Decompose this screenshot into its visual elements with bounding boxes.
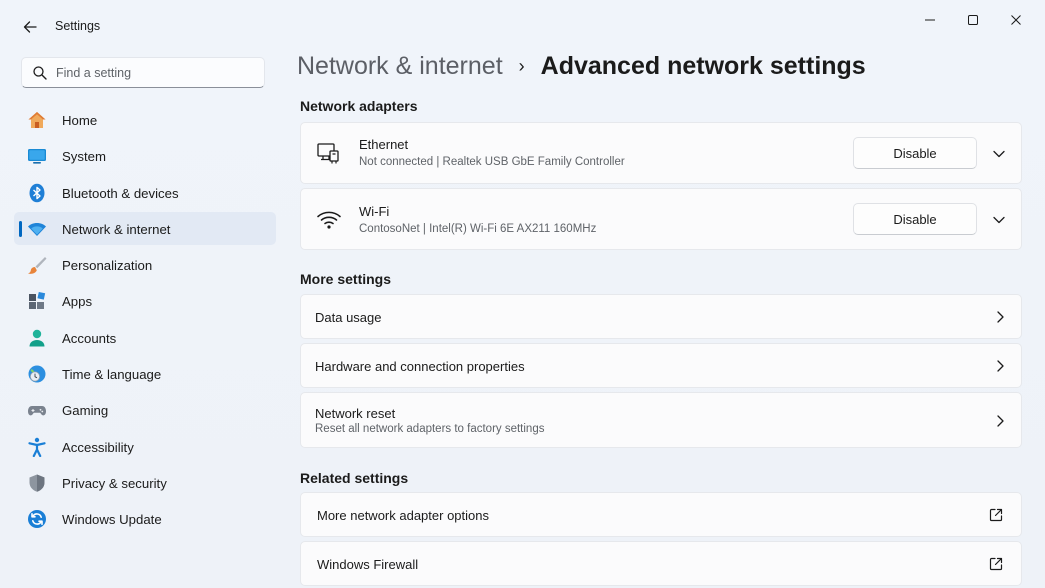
chevron-down-icon[interactable] [991,212,1007,228]
breadcrumb-separator: › [518,55,525,76]
page-title: Advanced network settings [540,51,866,80]
section-title-more-settings: More settings [300,271,392,287]
sidebar-item-windows-update[interactable]: Windows Update [14,502,276,535]
shield-icon [29,474,45,492]
setting-row-network-reset[interactable]: Network reset Reset all network adapters… [300,392,1022,448]
setting-row-data-usage[interactable]: Data usage [300,294,1022,339]
system-icon [28,149,46,164]
search-icon [33,66,47,80]
open-external-icon [989,557,1003,571]
section-title-network-adapters: Network adapters [300,98,418,114]
setting-row-hardware-properties[interactable]: Hardware and connection properties [300,343,1022,388]
chevron-right-icon [997,360,1004,372]
related-row-windows-firewall[interactable]: Windows Firewall [300,541,1022,586]
sidebar-item-accessibility[interactable]: Accessibility [14,430,276,463]
network-icon [28,222,46,236]
sidebar-item-home[interactable]: Home [14,103,276,136]
breadcrumb: Network & internet › Advanced network se… [297,50,866,82]
sidebar-item-network[interactable]: Network & internet [14,211,276,245]
settings-window: Settings Home [0,0,1045,588]
adapter-detail: ContosoNet | Intel(R) Wi-Fi 6E AX211 160… [359,223,597,235]
related-row-more-adapter-options[interactable]: More network adapter options [300,492,1022,537]
open-external-icon [989,508,1003,522]
sidebar-item-apps[interactable]: Apps [14,284,276,317]
breadcrumb-parent-link[interactable]: Network & internet [297,52,503,81]
accounts-icon [29,329,45,347]
sidebar-item-time-language[interactable]: Time & language [14,357,276,390]
adapter-detail: Not connected | Realtek USB GbE Family C… [359,156,625,168]
maximize-icon [968,15,978,25]
search-input[interactable] [56,63,256,83]
maximize-button[interactable] [953,6,993,34]
setting-label: Network reset [315,406,396,421]
sidebar-item-privacy[interactable]: Privacy & security [14,466,276,499]
accessibility-icon [28,437,46,457]
setting-label: Hardware and connection properties [315,359,525,374]
back-arrow-icon [23,21,37,33]
chevron-right-icon [997,311,1004,323]
brush-icon [28,257,47,275]
sidebar-item-system[interactable]: System [14,139,276,172]
close-icon [1011,15,1021,25]
related-label: More network adapter options [317,508,489,523]
globe-clock-icon [28,365,46,383]
disable-wifi-button[interactable]: Disable [853,203,977,235]
adapter-name: Ethernet [359,137,409,152]
adapter-name: Wi-Fi [359,204,390,219]
minimize-icon [925,19,935,21]
update-icon [28,510,46,529]
title-bar: Settings [0,0,1045,48]
bluetooth-icon [29,183,45,202]
sidebar-item-personalization[interactable]: Personalization [14,248,276,281]
minimize-button[interactable] [910,6,950,34]
home-icon [28,112,46,128]
app-title: Settings [55,19,101,33]
adapter-card-ethernet[interactable]: Ethernet Not connected | Realtek USB GbE… [300,122,1022,184]
sidebar-item-accounts[interactable]: Accounts [14,321,276,354]
gamepad-icon [28,406,46,416]
sidebar-item-gaming[interactable]: Gaming [14,393,276,426]
chevron-down-icon[interactable] [991,146,1007,162]
disable-ethernet-button[interactable]: Disable [853,137,977,169]
sidebar-item-bluetooth[interactable]: Bluetooth & devices [14,176,276,209]
chevron-right-icon [997,415,1004,427]
search-box[interactable] [21,57,265,88]
back-button[interactable] [16,14,44,40]
setting-description: Reset all network adapters to factory se… [315,423,545,435]
wifi-icon [317,211,341,229]
ethernet-icon [317,143,339,164]
setting-label: Data usage [315,310,382,325]
sidebar-nav: Home System Bluetooth & devices Network … [14,103,276,539]
related-label: Windows Firewall [317,557,419,572]
close-button[interactable] [996,6,1036,34]
adapter-card-wifi[interactable]: Wi-Fi ContosoNet | Intel(R) Wi-Fi 6E AX2… [300,188,1022,250]
section-title-related-settings: Related settings [300,470,409,486]
apps-icon [29,292,46,310]
